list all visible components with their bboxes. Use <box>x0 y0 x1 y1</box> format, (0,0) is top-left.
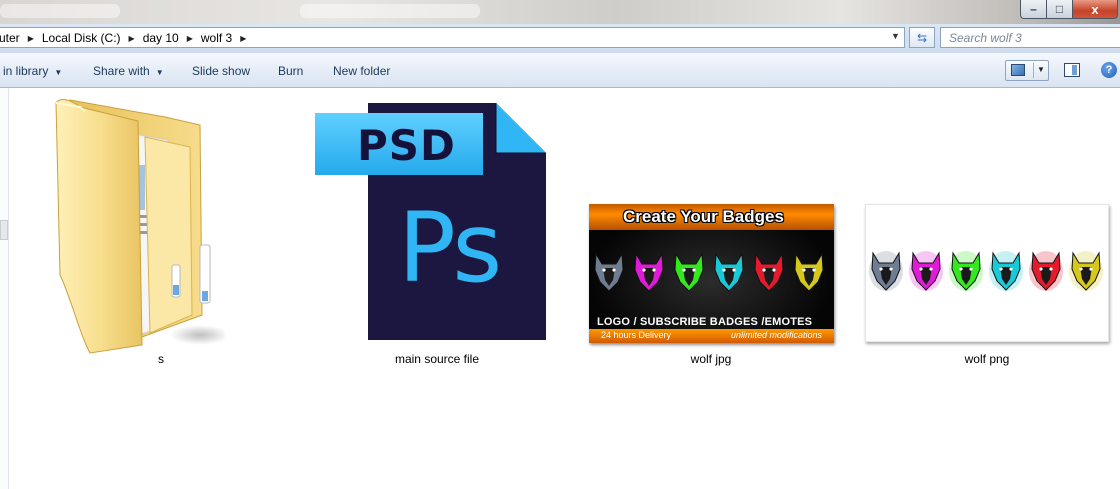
image-thumbnail <box>865 204 1109 342</box>
share-with-button[interactable]: Share with ▼ <box>93 64 164 78</box>
psd-label-banner: PSD <box>315 113 483 175</box>
wolf-head-icon <box>594 252 624 292</box>
minimize-button[interactable]: – <box>1020 0 1047 19</box>
breadcrumb-item[interactable]: uter <box>0 31 20 45</box>
breadcrumb-arrow-icon[interactable]: ▶ <box>28 34 34 43</box>
breadcrumb-item[interactable]: day 10 <box>143 31 179 45</box>
wolf-head-icon <box>989 251 1023 291</box>
slide-show-button[interactable]: Slide show <box>192 64 250 78</box>
folder-icon <box>55 99 225 354</box>
wolf-head-icon <box>794 252 824 292</box>
title-bar: – □ x <box>0 0 1120 24</box>
breadcrumb-arrow-icon[interactable]: ▶ <box>187 34 193 43</box>
wolf-head-icon <box>754 252 784 292</box>
file-name: wolf png <box>964 352 1010 366</box>
include-in-library-label: in library <box>3 64 49 78</box>
navigation-pane-edge <box>0 88 9 489</box>
share-with-label: Share with <box>93 64 150 78</box>
wolf-head-icon <box>949 251 983 291</box>
image-thumbnail: Create Your Badges LOGO / SUBSCRIBE BADG… <box>589 204 834 343</box>
breadcrumb-item[interactable]: Local Disk (C:) <box>42 31 121 45</box>
view-icon <box>1011 64 1025 76</box>
file-list: s PSD Ps main source file Create Your Ba… <box>0 88 1120 489</box>
command-bar: in library ▼ Share with ▼ Slide show Burn … <box>0 53 1120 88</box>
scroll-marker[interactable] <box>0 220 8 240</box>
wolf-head-icon <box>1029 251 1063 291</box>
chevron-down-icon[interactable]: ▼ <box>1037 65 1045 74</box>
chevron-down-icon: ▼ <box>155 68 164 77</box>
change-view-button[interactable]: ▼ <box>1005 60 1049 81</box>
breadcrumb-item[interactable]: wolf 3 <box>201 31 232 45</box>
delivery-note: 24 hours Delivery <box>601 330 672 340</box>
blurred-background <box>0 4 120 18</box>
blurred-background <box>300 4 480 18</box>
badge-footer-bar: 24 hours Delivery unlimited modification… <box>589 329 834 343</box>
breadcrumb: uter ▶ Local Disk (C:) ▶ day 10 ▶ wolf 3… <box>0 31 246 45</box>
breadcrumb-arrow-icon[interactable]: ▶ <box>129 34 135 43</box>
divider <box>1033 63 1034 78</box>
refresh-button[interactable]: ⇆ <box>909 27 935 48</box>
file-name: main source file <box>394 352 480 366</box>
wolf-head-icon <box>714 252 744 292</box>
address-row: uter ▶ Local Disk (C:) ▶ day 10 ▶ wolf 3… <box>0 24 1120 53</box>
search-input[interactable]: Search wolf 3 <box>940 27 1120 48</box>
burn-button[interactable]: Burn <box>278 64 303 78</box>
ps-logo: Ps <box>398 192 502 304</box>
wolf-head-icon <box>909 251 943 291</box>
preview-pane-icon[interactable] <box>1064 63 1080 77</box>
new-folder-button[interactable]: New folder <box>333 64 390 78</box>
wolf-head-icon <box>1069 251 1103 291</box>
maximize-button[interactable]: □ <box>1047 0 1073 19</box>
wolf-head-icon <box>674 252 704 292</box>
close-button[interactable]: x <box>1073 0 1118 19</box>
wolf-badges-row <box>869 251 1103 291</box>
file-name: wolf jpg <box>690 352 732 366</box>
file-name: s <box>158 352 164 366</box>
breadcrumb-arrow-icon[interactable]: ▶ <box>240 34 246 43</box>
address-history-dropdown-icon[interactable]: ▼ <box>891 31 900 41</box>
refresh-icon: ⇆ <box>916 30 928 45</box>
wolf-head-icon <box>869 251 903 291</box>
badge-footer-text: LOGO / SUBSCRIBE BADGES /EMOTES <box>597 316 813 328</box>
psd-label: PSD <box>357 121 456 170</box>
help-icon[interactable]: ? <box>1101 62 1117 78</box>
address-bar[interactable]: uter ▶ Local Disk (C:) ▶ day 10 ▶ wolf 3… <box>0 27 905 48</box>
window-controls: – □ x <box>1020 0 1118 19</box>
search-placeholder: Search wolf 3 <box>949 31 1022 45</box>
wolf-head-icon <box>634 252 664 292</box>
include-in-library-button[interactable]: in library ▼ <box>3 64 62 78</box>
modifications-note: unlimited modifications <box>730 330 822 340</box>
chevron-down-icon: ▼ <box>54 68 63 77</box>
